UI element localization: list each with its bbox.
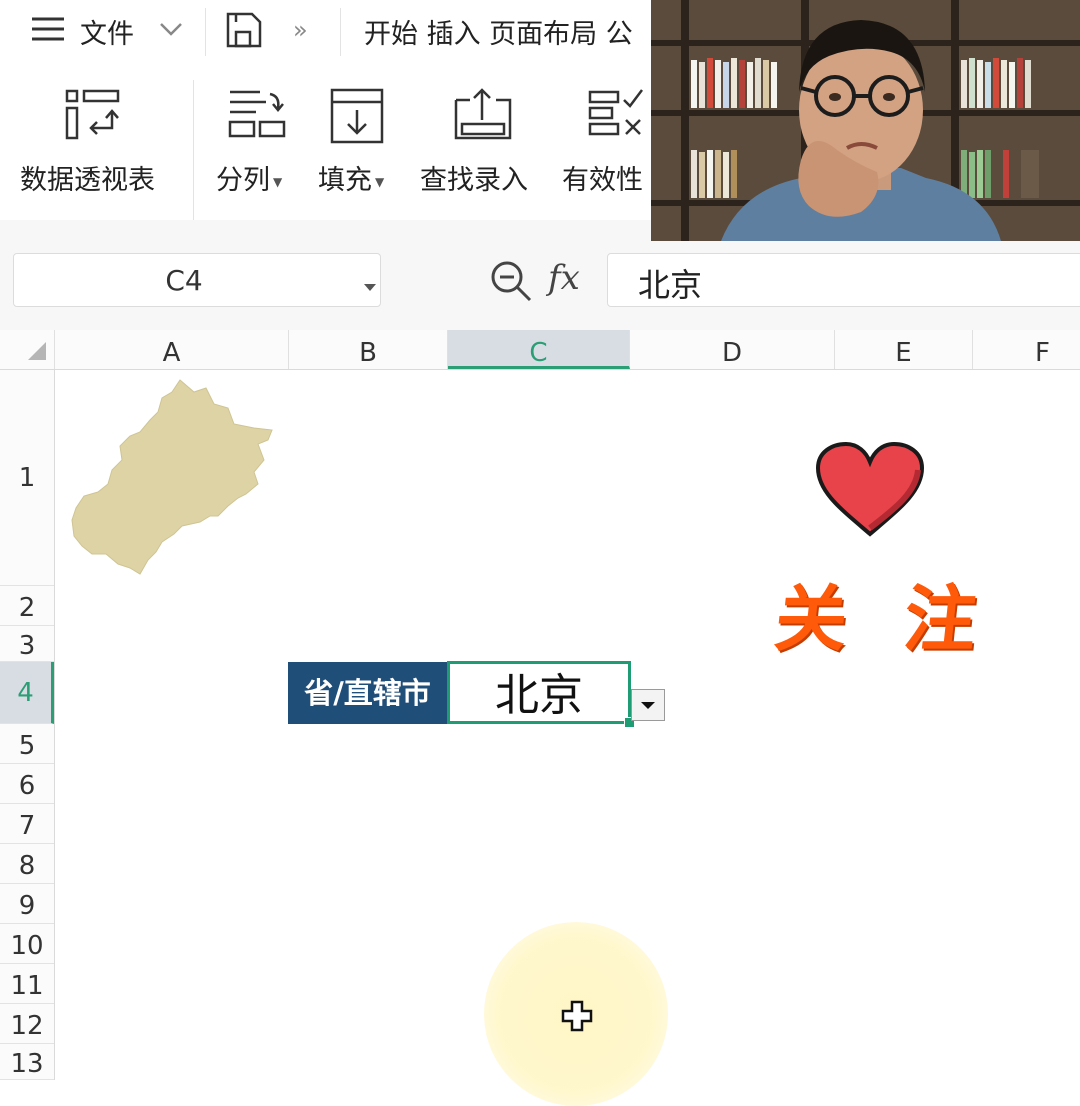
ribbon-tabs[interactable]: 开始 插入 页面布局 公 xyxy=(364,12,633,51)
lookup-entry-button[interactable]: 查找录入 xyxy=(418,82,548,212)
name-box-value: C4 xyxy=(165,264,203,297)
row-header-11[interactable]: 11 xyxy=(0,964,54,1004)
row-header-13[interactable]: 13 xyxy=(0,1044,54,1080)
hamburger-menu-icon[interactable] xyxy=(30,15,66,43)
fill-label: 填充 ▼ xyxy=(318,165,385,196)
validation-button[interactable]: 有效性 xyxy=(560,82,652,212)
more-double-chevron-icon[interactable]: » xyxy=(293,16,308,44)
caret-down-icon[interactable] xyxy=(364,277,376,296)
column-header-d[interactable]: D xyxy=(630,330,835,369)
row-header-3[interactable]: 3 xyxy=(0,626,54,662)
split-columns-label: 分列 ▼ xyxy=(216,165,283,196)
fill-icon xyxy=(328,86,386,148)
webcam-video-overlay xyxy=(651,0,1080,241)
file-menu[interactable]: 文件 xyxy=(80,12,134,51)
row-header-5[interactable]: 5 xyxy=(0,724,54,764)
split-columns-button[interactable]: 分列 ▼ xyxy=(212,82,302,212)
divider xyxy=(205,8,206,56)
row-header-8[interactable]: 8 xyxy=(0,844,54,884)
row-header-4[interactable]: 4 xyxy=(0,662,54,724)
zoom-icon[interactable] xyxy=(488,258,534,308)
column-header-c[interactable]: C xyxy=(448,330,630,369)
heart-icon xyxy=(812,440,928,544)
row-header-6[interactable]: 6 xyxy=(0,764,54,804)
row-header-12[interactable]: 12 xyxy=(0,1004,54,1044)
row-header-2[interactable]: 2 xyxy=(0,586,54,626)
column-header-e[interactable]: E xyxy=(835,330,973,369)
formula-input-value: 北京 xyxy=(638,266,703,304)
validation-icon xyxy=(586,86,646,144)
formula-input[interactable]: 北京 xyxy=(607,253,1080,307)
validation-label: 有效性 xyxy=(562,165,643,196)
column-header-bar: A B C D E F xyxy=(0,330,1080,370)
row-header-bar: 1 2 3 4 5 6 7 8 9 10 11 12 13 xyxy=(0,370,55,1080)
column-header-b[interactable]: B xyxy=(289,330,448,369)
divider xyxy=(340,8,341,56)
divider xyxy=(193,80,194,220)
row-header-9[interactable]: 9 xyxy=(0,884,54,924)
pivot-table-label: 数据透视表 xyxy=(20,165,155,196)
fx-function-icon[interactable]: fx xyxy=(548,258,580,298)
pivot-table-icon xyxy=(64,88,122,144)
row-header-7[interactable]: 7 xyxy=(0,804,54,844)
lookup-entry-icon xyxy=(452,86,514,146)
split-columns-icon xyxy=(226,86,288,146)
name-box[interactable]: C4 xyxy=(13,253,381,307)
fill-button[interactable]: 填充 ▼ xyxy=(316,82,406,212)
column-header-f[interactable]: F xyxy=(973,330,1080,369)
follow-overlay-text: 关 注 xyxy=(770,577,997,661)
pivot-table-button[interactable]: 数据透视表 xyxy=(14,82,184,212)
column-header-a[interactable]: A xyxy=(55,330,289,369)
province-label-cell[interactable]: 省/直辖市 xyxy=(288,662,447,724)
select-all-corner[interactable] xyxy=(0,330,55,369)
row-header-10[interactable]: 10 xyxy=(0,924,54,964)
caret-down-icon xyxy=(641,702,655,709)
validation-dropdown-button[interactable] xyxy=(631,689,665,721)
row-header-1[interactable]: 1 xyxy=(0,370,54,586)
active-cell-c4[interactable]: 北京 xyxy=(447,661,631,724)
lookup-entry-label: 查找录入 xyxy=(420,165,528,196)
chevron-down-icon[interactable] xyxy=(158,20,184,42)
cell-cursor-icon xyxy=(561,1000,595,1038)
save-icon[interactable] xyxy=(224,10,264,54)
beijing-map-image[interactable] xyxy=(68,374,278,584)
